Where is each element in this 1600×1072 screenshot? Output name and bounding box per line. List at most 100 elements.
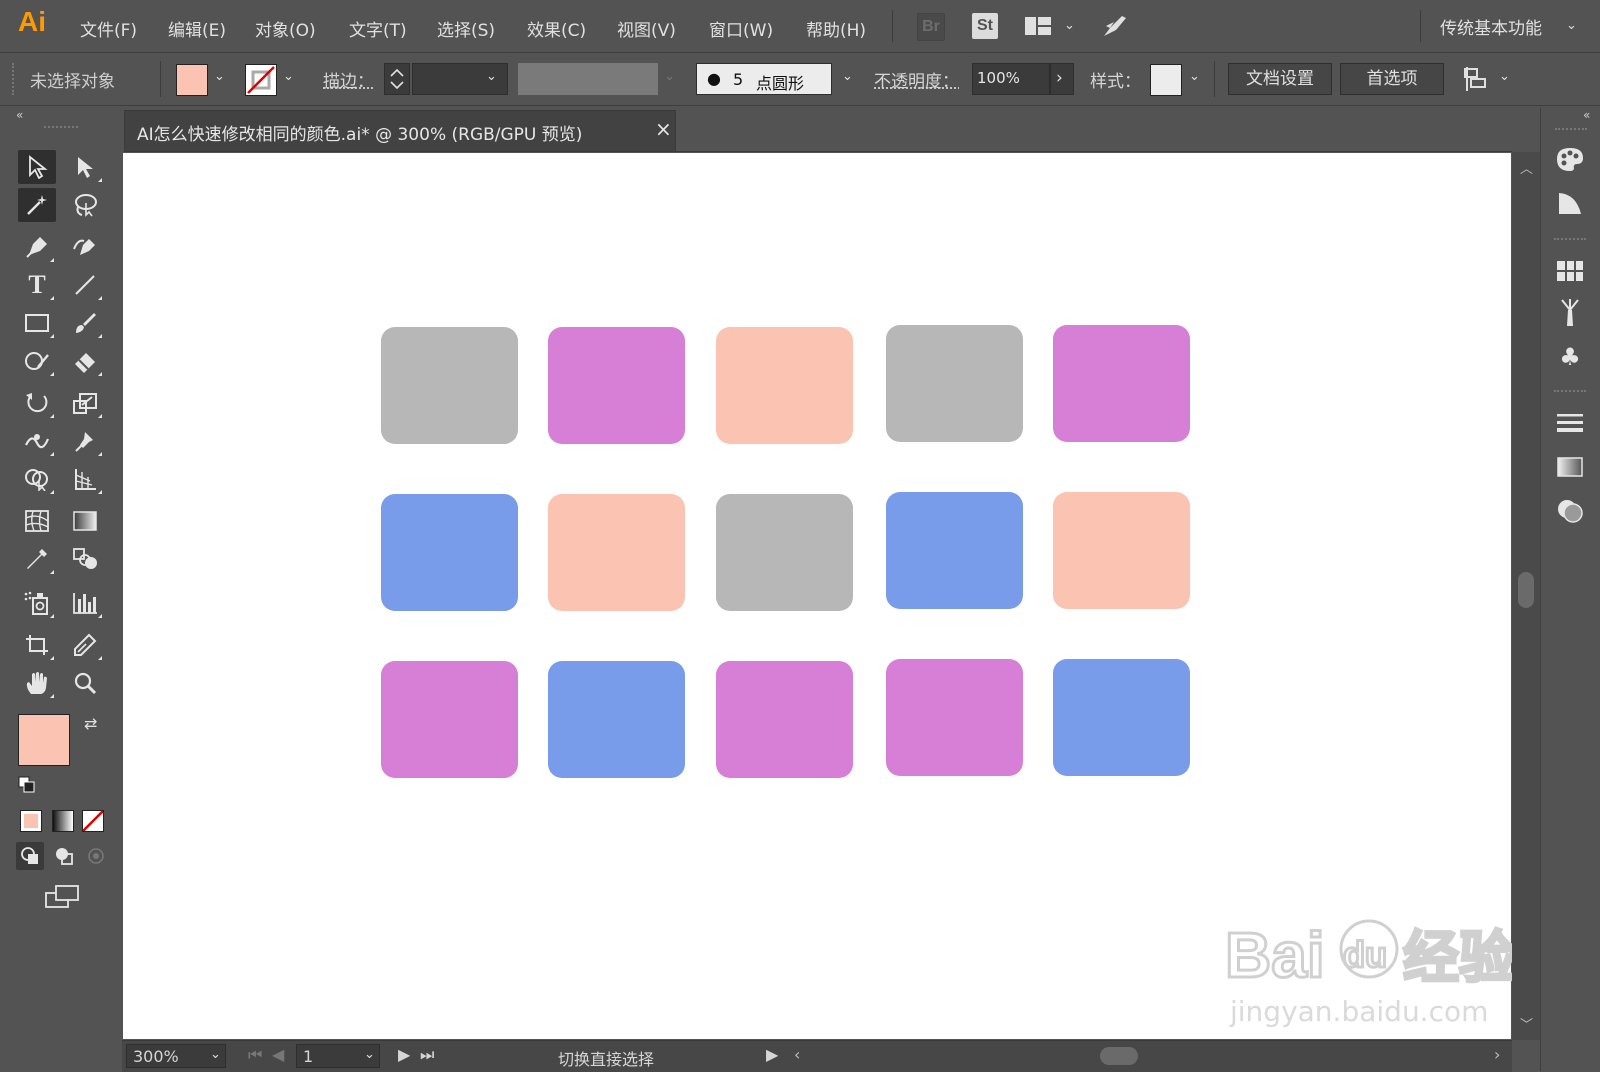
selection-tool-icon[interactable] (18, 150, 56, 184)
chevron-down-icon[interactable]: ⌄ (1189, 69, 1200, 84)
swap-fill-stroke-icon[interactable]: ⇄ (84, 714, 97, 733)
panel-grip[interactable] (44, 126, 78, 131)
panel-grip[interactable] (1554, 390, 1586, 392)
last-artboard-icon[interactable]: ⏭ (420, 1045, 434, 1065)
symbols-icon[interactable]: ♣ (1553, 340, 1587, 374)
paintbrush-tool-icon[interactable] (66, 306, 104, 340)
rounded-rectangle-blue[interactable] (1053, 659, 1190, 776)
eraser-tool-icon[interactable] (66, 344, 104, 378)
brushes-icon[interactable] (1553, 296, 1587, 330)
previous-artboard-icon[interactable]: ◀ (272, 1045, 284, 1064)
stroke-panel-icon[interactable] (1553, 406, 1587, 440)
hand-tool-icon[interactable] (18, 666, 56, 700)
opacity-slider-button[interactable]: › (1050, 63, 1074, 95)
rounded-rectangle-peach[interactable] (1053, 492, 1190, 609)
gradient-panel-icon[interactable] (1553, 450, 1587, 484)
panel-grip[interactable] (1554, 238, 1586, 240)
chevron-down-icon[interactable]: ⌄ (214, 69, 225, 84)
none-mode-button[interactable] (82, 810, 104, 832)
panel-grip[interactable] (12, 63, 18, 95)
screen-mode-icon[interactable] (44, 884, 80, 910)
menu-effect[interactable]: 效果(C) (527, 16, 586, 41)
rocket-icon[interactable] (1100, 12, 1130, 40)
chevron-down-icon[interactable]: ⌄ (664, 69, 675, 84)
type-tool-icon[interactable]: T (18, 268, 56, 302)
close-tab-icon[interactable]: × (655, 117, 672, 141)
status-menu-arrow-icon[interactable]: ▶ (766, 1045, 778, 1064)
chevron-down-icon[interactable]: ⌄ (364, 1047, 375, 1062)
next-artboard-icon[interactable]: ▶ (398, 1045, 410, 1064)
chevron-down-icon[interactable]: ⌄ (210, 1047, 221, 1062)
color-mode-button[interactable] (20, 810, 42, 832)
mesh-tool-icon[interactable] (18, 504, 56, 538)
gradient-mode-button[interactable] (52, 810, 74, 832)
menu-help[interactable]: 帮助(H) (806, 16, 866, 41)
menu-edit[interactable]: 编辑(E) (168, 16, 226, 41)
draw-behind-icon[interactable] (50, 842, 78, 870)
align-options-icon[interactable] (1462, 65, 1490, 93)
rounded-rectangle-peach[interactable] (716, 327, 853, 444)
expand-panel-icon[interactable]: « (1583, 108, 1590, 122)
rounded-rectangle-purple[interactable] (381, 661, 518, 778)
draw-inside-icon[interactable] (82, 842, 110, 870)
swatches-icon[interactable] (1553, 254, 1587, 288)
rounded-rectangle-blue[interactable] (886, 492, 1023, 609)
rectangle-tool-icon[interactable] (18, 306, 56, 340)
graphic-style-swatch[interactable] (1150, 64, 1182, 96)
scale-tool-icon[interactable] (66, 386, 104, 420)
workspace-switcher[interactable]: 传统基本功能 (1440, 14, 1542, 39)
brush-definition-field[interactable]: ● 5 点圆形 (696, 63, 832, 95)
perspective-grid-tool-icon[interactable] (66, 462, 104, 496)
eyedropper-tool-icon[interactable] (18, 542, 56, 576)
rounded-rectangle-purple[interactable] (886, 659, 1023, 776)
draw-normal-icon[interactable] (16, 842, 44, 870)
scroll-thumb[interactable] (1100, 1047, 1138, 1065)
rotate-tool-icon[interactable] (18, 386, 56, 420)
first-artboard-icon[interactable]: ⏮ (248, 1045, 262, 1065)
curvature-tool-icon[interactable] (66, 230, 104, 264)
fill-color-swatch[interactable] (176, 64, 208, 96)
menu-view[interactable]: 视图(V) (617, 16, 676, 41)
line-segment-tool-icon[interactable] (66, 268, 104, 302)
panel-grip[interactable] (1555, 128, 1587, 130)
rounded-rectangle-blue[interactable] (548, 661, 685, 778)
artboard-tool-icon[interactable] (18, 628, 56, 662)
scroll-down-icon[interactable]: ﹀ (1520, 1014, 1533, 1033)
symbol-sprayer-tool-icon[interactable] (18, 586, 56, 620)
chevron-down-icon[interactable]: ⌄ (283, 69, 294, 84)
menu-file[interactable]: 文件(F) (80, 16, 137, 41)
document-tab[interactable]: AI怎么快速修改相同的颜色.ai* @ 300% (RGB/GPU 预览) × (124, 110, 676, 152)
scroll-left-icon[interactable]: ‹ (794, 1045, 800, 1064)
shape-builder-tool-icon[interactable] (18, 462, 56, 496)
arrange-documents-icon[interactable] (1024, 15, 1052, 37)
stock-badge[interactable]: St (972, 13, 998, 39)
magic-wand-tool-icon[interactable] (18, 188, 56, 222)
scroll-thumb[interactable] (1518, 572, 1534, 608)
rounded-rectangle-purple[interactable] (716, 661, 853, 778)
menu-object[interactable]: 对象(O) (255, 16, 316, 41)
horizontal-scrollbar[interactable]: ‹ › (790, 1045, 1510, 1067)
document-setup-button[interactable]: 文档设置 (1228, 63, 1332, 95)
zoom-tool-icon[interactable] (66, 666, 104, 700)
rounded-rectangle-gray[interactable] (716, 494, 853, 611)
rounded-rectangle-purple[interactable] (1053, 325, 1190, 442)
fill-color-box[interactable] (18, 714, 70, 766)
shaper-tool-icon[interactable] (18, 344, 56, 378)
puppet-warp-tool-icon[interactable] (66, 424, 104, 458)
rounded-rectangle-gray[interactable] (381, 327, 518, 444)
blend-tool-icon[interactable] (66, 542, 104, 576)
color-palette-icon[interactable] (1553, 142, 1587, 176)
chevron-down-icon[interactable]: ⌄ (1499, 69, 1510, 84)
menu-window[interactable]: 窗口(W) (709, 16, 773, 41)
chevron-down-icon[interactable]: ⌄ (1566, 18, 1577, 33)
rounded-rectangle-peach[interactable] (548, 494, 685, 611)
gradient-tool-icon[interactable] (66, 504, 104, 538)
variable-width-profile[interactable] (518, 63, 658, 95)
rounded-rectangle-gray[interactable] (886, 325, 1023, 442)
bridge-badge[interactable]: Br (917, 13, 945, 41)
vertical-scrollbar[interactable]: ︿ ﹀ (1512, 152, 1540, 1040)
lasso-tool-icon[interactable] (66, 188, 104, 222)
width-tool-icon[interactable] (18, 424, 56, 458)
opacity-label[interactable]: 不透明度： (874, 67, 959, 92)
color-guide-icon[interactable] (1553, 186, 1587, 220)
